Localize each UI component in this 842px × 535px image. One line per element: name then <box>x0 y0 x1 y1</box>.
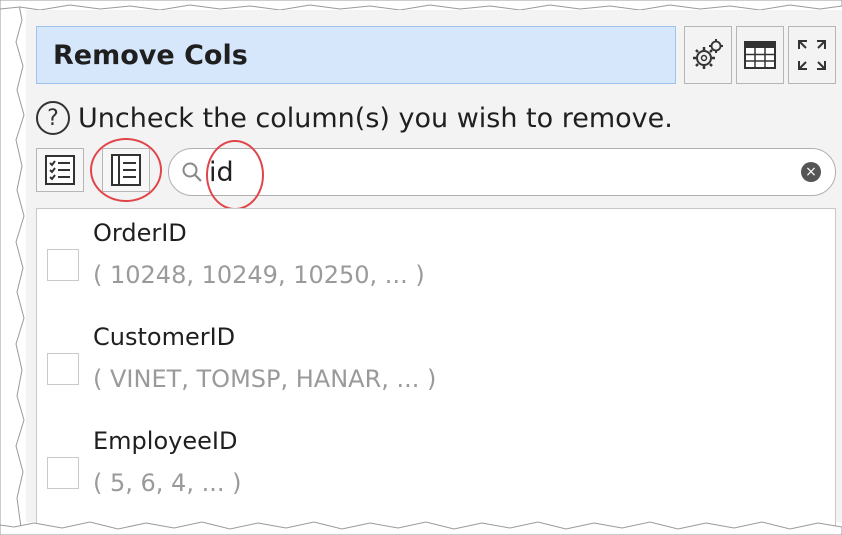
column-name: EmployeeID <box>93 427 238 455</box>
column-checkbox[interactable] <box>47 249 79 281</box>
column-list: OrderID ( 10248, 10249, 10250, ... ) Cus… <box>36 208 836 535</box>
column-sample-values: ( VINET, TOMSP, HANAR, ... ) <box>93 365 437 393</box>
select-all-button[interactable] <box>36 148 84 192</box>
column-checkbox[interactable] <box>47 457 79 489</box>
torn-edge-left <box>0 0 25 535</box>
list-item: EmployeeID ( 5, 6, 4, ... ) <box>37 417 835 521</box>
settings-button[interactable] <box>684 26 732 84</box>
column-sample-values: ( 5, 6, 4, ... ) <box>93 469 242 497</box>
list-view-icon <box>111 154 141 186</box>
table-view-button[interactable] <box>736 26 784 84</box>
maximize-button[interactable] <box>788 26 836 84</box>
panel-title[interactable]: Remove Cols <box>36 26 676 84</box>
torn-edge-bottom <box>0 521 842 535</box>
clear-search-button[interactable]: × <box>801 162 821 182</box>
column-sample-values: ( 10248, 10249, 10250, ... ) <box>93 261 425 289</box>
search-input[interactable] <box>209 152 769 192</box>
column-name: CustomerID <box>93 323 236 351</box>
search-icon <box>182 162 202 182</box>
help-icon[interactable]: ? <box>36 101 70 135</box>
gears-icon <box>693 39 723 69</box>
checklist-icon <box>45 155 75 185</box>
column-checkbox[interactable] <box>47 353 79 385</box>
help-text: Uncheck the column(s) you wish to remove… <box>78 102 673 134</box>
list-view-button[interactable] <box>102 148 150 192</box>
maximize-icon <box>798 40 826 70</box>
column-name: OrderID <box>93 219 187 247</box>
list-item: CustomerID ( VINET, TOMSP, HANAR, ... ) <box>37 313 835 417</box>
list-item: OrderID ( 10248, 10249, 10250, ... ) <box>37 209 835 313</box>
help-row: ? Uncheck the column(s) you wish to remo… <box>36 98 673 138</box>
table-icon <box>744 41 776 69</box>
search-box: × <box>168 148 836 196</box>
remove-cols-panel: Remove Cols ? Uncheck the column(s) you … <box>26 10 842 535</box>
